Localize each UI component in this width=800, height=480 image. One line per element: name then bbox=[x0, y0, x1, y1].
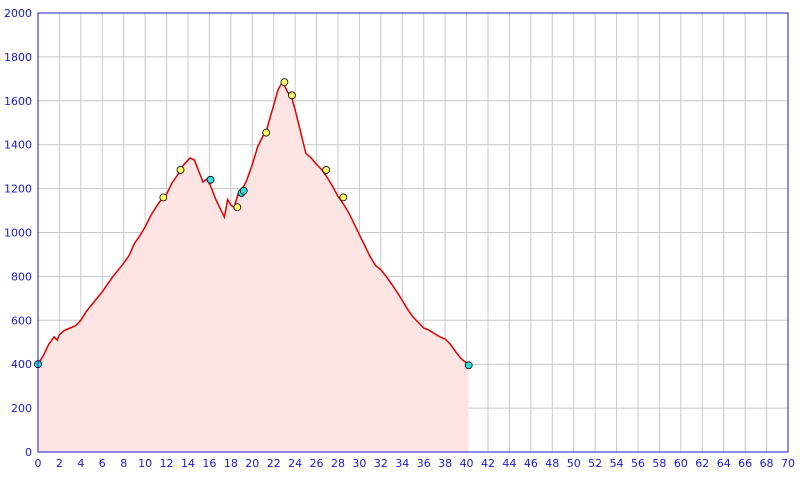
y-tick-label: 0 bbox=[25, 446, 32, 459]
x-tick-label: 54 bbox=[610, 457, 624, 470]
x-tick-label: 36 bbox=[417, 457, 431, 470]
waypoint-marker-yellow bbox=[322, 166, 331, 174]
x-tick-label: 56 bbox=[631, 457, 645, 470]
waypoint-marker-yellow bbox=[288, 91, 296, 100]
x-tick-label: 26 bbox=[310, 457, 324, 470]
y-tick-label: 800 bbox=[11, 270, 32, 283]
elevation-chart: 0 200 400 600 800 1000 1200 1400 1600 1800 2000 0 2… bbox=[4, 7, 796, 470]
x-tick-label: 14 bbox=[181, 457, 195, 470]
waypoint-marker-yellow bbox=[233, 203, 242, 212]
y-tick-label: 400 bbox=[11, 358, 32, 371]
waypoint-marker-cyan bbox=[464, 361, 473, 370]
y-tick-label: 1000 bbox=[4, 227, 32, 240]
y-tick-label: 600 bbox=[11, 314, 32, 327]
x-tick-label: 30 bbox=[352, 457, 366, 470]
x-tick-label: 66 bbox=[738, 457, 752, 470]
x-tick-label: 8 bbox=[120, 457, 127, 470]
x-tick-label: 28 bbox=[331, 457, 345, 470]
x-tick-label: 6 bbox=[99, 457, 106, 470]
x-tick-label: 64 bbox=[717, 457, 731, 470]
x-tick-label: 0 bbox=[35, 457, 42, 470]
x-tick-label: 62 bbox=[695, 457, 709, 470]
x-tick-label: 46 bbox=[524, 457, 538, 470]
y-tick-label: 1600 bbox=[4, 95, 32, 108]
x-tick-label: 4 bbox=[77, 457, 84, 470]
waypoint-marker-yellow bbox=[262, 128, 271, 137]
y-tick-label: 1400 bbox=[4, 139, 32, 152]
y-tick-label: 2000 bbox=[4, 7, 32, 20]
x-tick-label: 2 bbox=[56, 457, 63, 470]
x-tick-label: 40 bbox=[460, 457, 474, 470]
x-tick-label: 20 bbox=[245, 457, 259, 470]
y-tick-label: 1200 bbox=[4, 183, 32, 196]
x-tick-label: 52 bbox=[588, 457, 602, 470]
waypoint-marker-cyan bbox=[206, 175, 215, 184]
x-tick-label: 68 bbox=[760, 457, 774, 470]
x-tick-label: 32 bbox=[374, 457, 388, 470]
x-axis-tick-labels: 0 2 4 6 8 10 12 14 16 18 20 22 24 26 28 30 32 34 36 38 40 42 4… bbox=[35, 457, 796, 470]
x-tick-label: 34 bbox=[395, 457, 409, 470]
x-tick-label: 18 bbox=[224, 457, 238, 470]
x-tick-label: 22 bbox=[267, 457, 281, 470]
y-tick-label: 1800 bbox=[4, 51, 32, 64]
x-tick-label: 38 bbox=[438, 457, 452, 470]
x-tick-label: 16 bbox=[202, 457, 216, 470]
x-tick-label: 70 bbox=[781, 457, 795, 470]
x-tick-label: 24 bbox=[288, 457, 302, 470]
x-tick-label: 12 bbox=[160, 457, 174, 470]
waypoint-marker-yellow bbox=[176, 166, 185, 174]
x-tick-label: 44 bbox=[502, 457, 516, 470]
x-tick-label: 60 bbox=[674, 457, 688, 470]
waypoint-marker-yellow bbox=[159, 193, 168, 202]
waypoint-marker-cyan bbox=[239, 186, 248, 195]
y-axis-tick-labels: 0 200 400 600 800 1000 1200 1400 1600 1800 2000 bbox=[4, 7, 32, 459]
waypoint-marker-yellow bbox=[339, 193, 348, 202]
x-tick-label: 10 bbox=[138, 457, 152, 470]
y-tick-label: 200 bbox=[11, 402, 32, 415]
x-tick-label: 42 bbox=[481, 457, 495, 470]
x-tick-label: 58 bbox=[652, 457, 666, 470]
waypoint-marker-yellow bbox=[280, 78, 289, 87]
x-tick-label: 50 bbox=[567, 457, 581, 470]
x-tick-label: 48 bbox=[545, 457, 559, 470]
